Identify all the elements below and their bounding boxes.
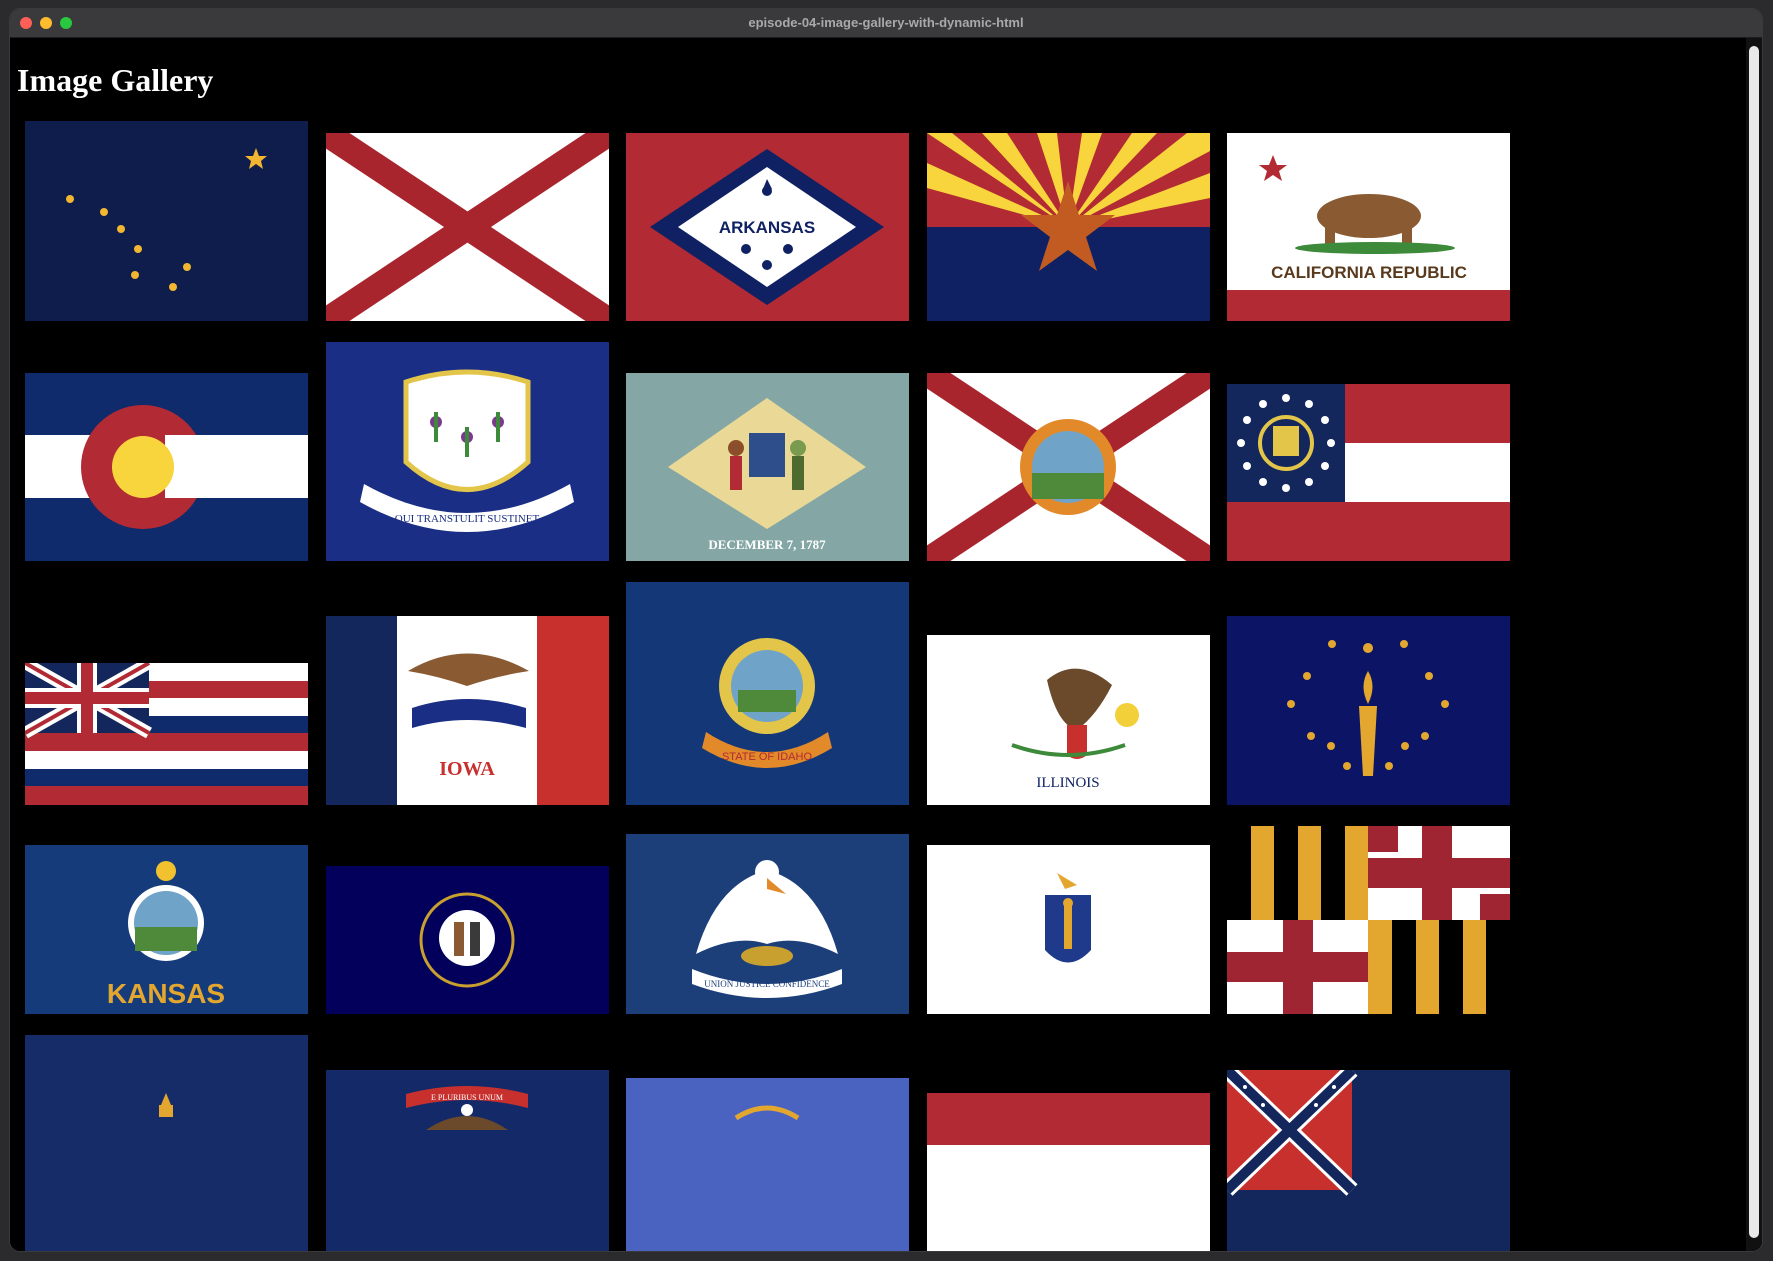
- flag-text: STATE OF IDAHO: [722, 751, 812, 763]
- flag-image[interactable]: E PLURIBUS UNUM: [326, 1070, 609, 1251]
- flag-text: KANSAS: [107, 978, 225, 1009]
- browser-window: episode-04-image-gallery-with-dynamic-ht…: [10, 9, 1762, 1251]
- flag-image[interactable]: [1227, 616, 1510, 805]
- flag-text: IOWA: [439, 758, 495, 780]
- flag-image[interactable]: DECEMBER 7, 1787: [626, 373, 909, 561]
- flag-image[interactable]: [25, 373, 308, 561]
- flag-image[interactable]: [1227, 384, 1510, 561]
- page-content: Image Gallery ARKANSAS CALIFORNIA REPUBL…: [10, 38, 1762, 1251]
- flag-image[interactable]: IOWA: [326, 616, 609, 805]
- flag-image[interactable]: [25, 663, 308, 805]
- flag-image[interactable]: UNION JUSTICE CONFIDENCE: [626, 834, 909, 1014]
- scrollbar-thumb[interactable]: [1749, 46, 1759, 1238]
- vertical-scrollbar[interactable]: [1746, 38, 1762, 1251]
- flag-image[interactable]: QUI TRANSTULIT SUSTINET: [326, 342, 609, 561]
- title-bar: episode-04-image-gallery-with-dynamic-ht…: [10, 9, 1762, 38]
- flag-image[interactable]: ARKANSAS: [626, 133, 909, 321]
- flag-text: CALIFORNIA REPUBLIC: [1271, 263, 1467, 282]
- flag-text: DECEMBER 7, 1787: [708, 537, 826, 552]
- window-title: episode-04-image-gallery-with-dynamic-ht…: [748, 15, 1024, 30]
- flag-text: UNION JUSTICE CONFIDENCE: [704, 979, 830, 989]
- flag-image[interactable]: [25, 1035, 308, 1251]
- flag-image[interactable]: [927, 373, 1210, 561]
- flag-image[interactable]: [927, 1093, 1210, 1251]
- flag-image[interactable]: [326, 133, 609, 321]
- flag-image[interactable]: ILLINOIS: [927, 635, 1210, 805]
- flag-text: ILLINOIS: [1036, 775, 1099, 791]
- flag-image[interactable]: STATE OF IDAHO: [626, 582, 909, 805]
- flag-image[interactable]: [25, 121, 308, 321]
- image-gallery: ARKANSAS CALIFORNIA REPUBLIC QUI TRANSTU…: [10, 38, 1730, 1251]
- flag-image[interactable]: [927, 133, 1210, 321]
- flag-image[interactable]: [927, 845, 1210, 1014]
- flag-image[interactable]: [1227, 826, 1510, 1014]
- flag-text: QUI TRANSTULIT SUSTINET: [395, 513, 540, 525]
- flag-image[interactable]: [326, 866, 609, 1014]
- flag-image[interactable]: KANSAS: [25, 845, 308, 1014]
- flag-image[interactable]: [1227, 1070, 1510, 1251]
- flag-text: E PLURIBUS UNUM: [431, 1093, 503, 1102]
- flag-image[interactable]: [626, 1078, 909, 1251]
- flag-text: ARKANSAS: [719, 218, 815, 237]
- flag-image[interactable]: CALIFORNIA REPUBLIC: [1227, 133, 1510, 321]
